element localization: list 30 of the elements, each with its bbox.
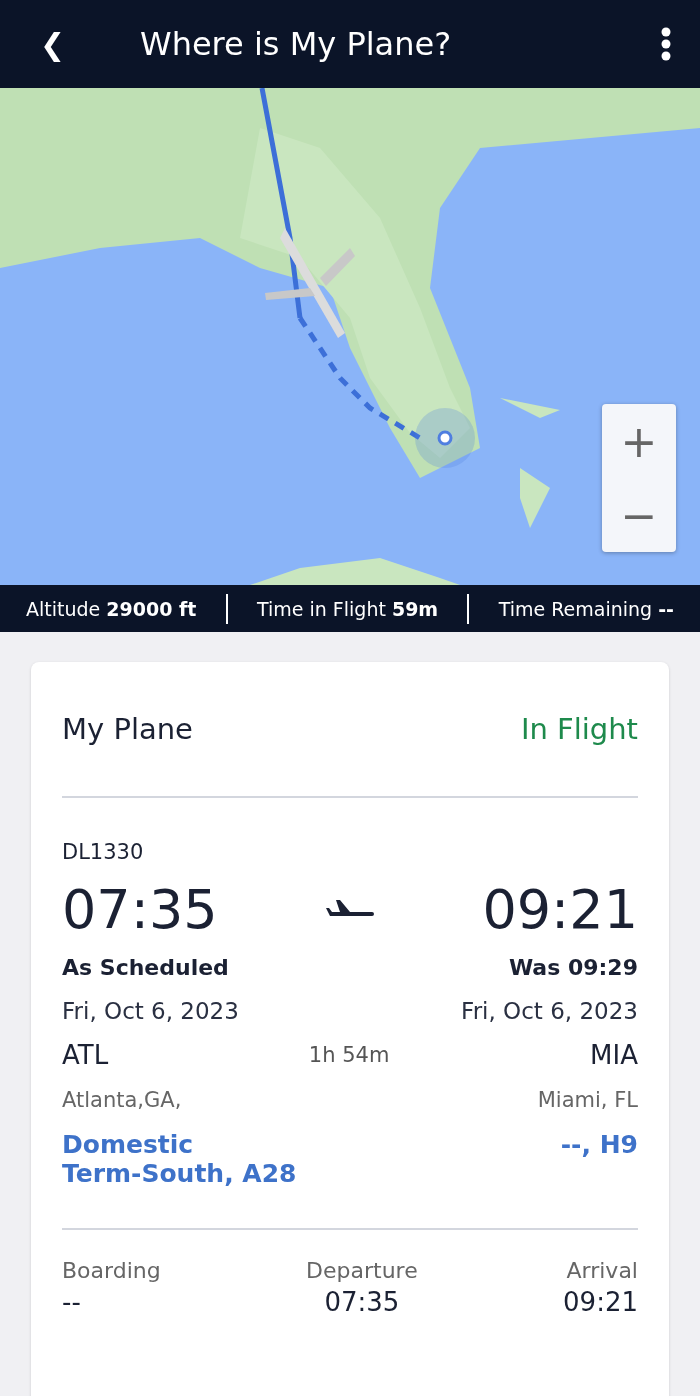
- time-value: 09:21: [563, 1287, 638, 1317]
- departure-note: As Scheduled: [62, 955, 229, 980]
- time-value: --: [62, 1287, 82, 1317]
- flight-stat: Altitude 29000 ft: [26, 597, 197, 620]
- departure-terminal: Domestic Term-South, A28: [62, 1130, 298, 1188]
- zoom-in-button[interactable]: +: [602, 404, 676, 478]
- arrival-terminal: --, H9: [560, 1130, 638, 1159]
- time-label: Departure: [306, 1258, 418, 1283]
- zoom-out-button[interactable]: −: [602, 478, 676, 552]
- flight-stat: Time in Flight 59m: [256, 597, 439, 620]
- arrival-city: Miami, FL: [537, 1088, 638, 1112]
- departure-airport: ATL: [62, 1040, 109, 1070]
- departure-city: Atlanta,GA,: [62, 1088, 182, 1112]
- screen-title: Where is My Plane?: [140, 25, 453, 63]
- flight-duration: 1h 54m: [308, 1043, 390, 1067]
- flight-stat: Time Remaining --: [498, 597, 674, 620]
- flight-number: DL1330: [62, 840, 145, 864]
- time-label: Arrival: [566, 1258, 638, 1283]
- arrival-note: Was 09:29: [508, 955, 638, 980]
- more-menu-icon[interactable]: [660, 27, 672, 61]
- arrival-date: Fri, Oct 6, 2023: [461, 998, 638, 1024]
- arrival-time: 09:21: [482, 878, 638, 941]
- flight-status: In Flight: [520, 712, 638, 746]
- card-title: My Plane: [62, 712, 193, 746]
- departure-time: 07:35: [62, 878, 218, 941]
- back-button[interactable]: ❮: [40, 26, 100, 62]
- arrival-airport: MIA: [590, 1040, 638, 1070]
- time-value: 07:35: [324, 1287, 400, 1317]
- departure-date: Fri, Oct 6, 2023: [62, 998, 239, 1024]
- time-label: Boarding: [62, 1258, 161, 1283]
